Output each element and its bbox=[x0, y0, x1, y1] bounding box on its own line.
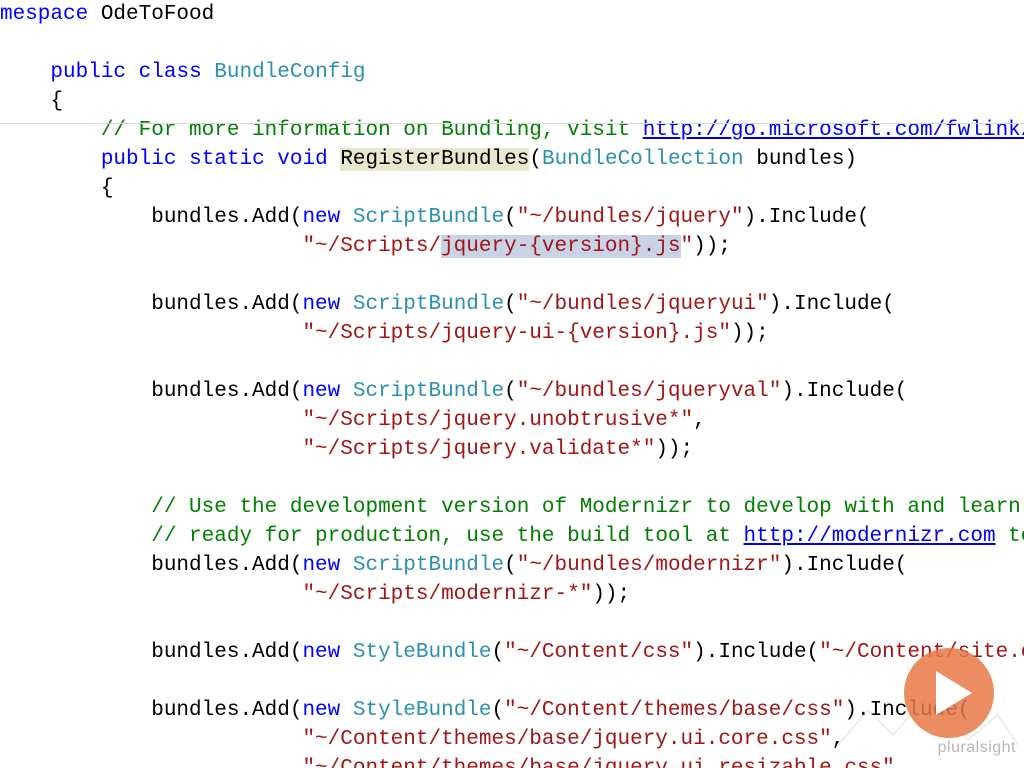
str-content-css: "~/Content/css" bbox=[504, 641, 693, 664]
str-bundles-modernizr: "~/bundles/modernizr" bbox=[517, 554, 782, 577]
str-bundles-jqueryui: "~/bundles/jqueryui" bbox=[517, 293, 769, 316]
type-bundleconfig: BundleConfig bbox=[214, 61, 365, 84]
method-registerbundles: RegisterBundles bbox=[340, 148, 529, 171]
str-content-themes-base-css: "~/Content/themes/base/css" bbox=[504, 699, 844, 722]
str-bundles-jqueryval: "~/bundles/jqueryval" bbox=[517, 380, 782, 403]
kw-class: class bbox=[139, 61, 202, 84]
comment-modernizr-1: // Use the development version of Modern… bbox=[151, 496, 1024, 519]
play-icon bbox=[936, 671, 972, 715]
comment-modernizr-2: // ready for production, use the build t… bbox=[151, 525, 743, 548]
code-editor[interactable]: mespace OdeToFood public class BundleCon… bbox=[0, 0, 1024, 768]
kw-namespace: mespace bbox=[0, 3, 88, 26]
brace-open: { bbox=[0, 90, 63, 113]
link-modernizr[interactable]: http://modernizr.com bbox=[744, 525, 996, 548]
namespace-name: OdeToFood bbox=[88, 3, 214, 26]
type-bundlecollection: BundleCollection bbox=[542, 148, 744, 171]
play-button[interactable] bbox=[904, 648, 994, 738]
selection-jquery-version: jquery-{version}.js bbox=[441, 235, 680, 258]
brace-open-method: { bbox=[0, 177, 113, 200]
method-separator bbox=[0, 123, 1024, 124]
str-bundles-jquery: "~/bundles/jquery" bbox=[517, 206, 744, 229]
kw-public: public bbox=[50, 61, 126, 84]
pluralsight-logo: pluralsight bbox=[938, 733, 1016, 762]
